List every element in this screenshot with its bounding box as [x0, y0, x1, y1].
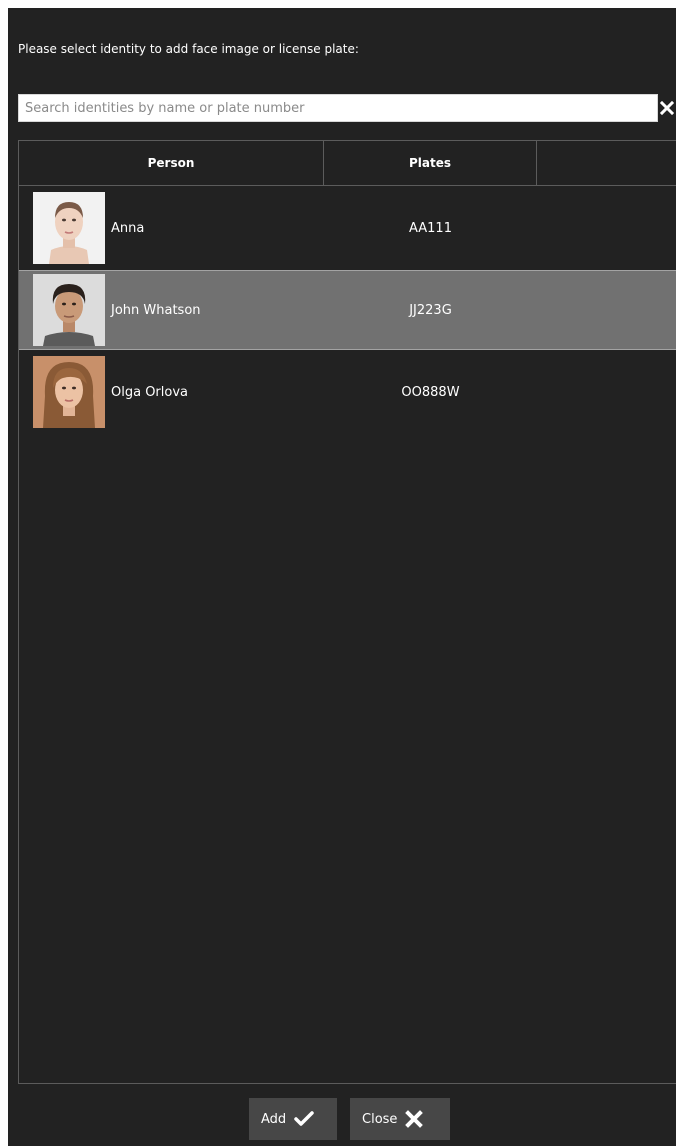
person-name: Anna: [111, 220, 145, 236]
column-header-empty[interactable]: [537, 141, 676, 185]
search-input[interactable]: [18, 94, 658, 122]
table-header: Person Plates: [19, 141, 676, 186]
identities-table: Person Plates Anna AA111 John Whatson JJ…: [18, 140, 676, 1084]
close-icon: [405, 1110, 424, 1128]
clear-search-button[interactable]: [658, 94, 676, 122]
table-row[interactable]: Olga Orlova OO888W: [19, 352, 676, 432]
column-header-plates[interactable]: Plates: [324, 141, 537, 185]
checkmark-icon: [294, 1111, 314, 1126]
plate-number: AA111: [409, 220, 452, 236]
dialog-prompt: Please select identity to add face image…: [18, 42, 359, 56]
plate-number: OO888W: [401, 384, 460, 400]
table-row-selected[interactable]: John Whatson JJ223G: [19, 270, 676, 350]
close-icon: [660, 101, 674, 115]
identity-select-dialog: Please select identity to add face image…: [8, 8, 676, 1146]
add-button-label: Add: [261, 1111, 287, 1127]
table-row[interactable]: Anna AA111: [19, 188, 676, 268]
person-name: Olga Orlova: [111, 384, 188, 400]
close-button-label: Close: [362, 1111, 398, 1127]
plate-number: JJ223G: [409, 302, 452, 318]
column-header-person[interactable]: Person: [19, 141, 324, 185]
close-button[interactable]: Close: [350, 1098, 450, 1140]
avatar: [33, 274, 105, 346]
avatar: [33, 356, 105, 428]
avatar: [33, 192, 105, 264]
add-button[interactable]: Add: [249, 1098, 337, 1140]
person-name: John Whatson: [111, 302, 201, 318]
